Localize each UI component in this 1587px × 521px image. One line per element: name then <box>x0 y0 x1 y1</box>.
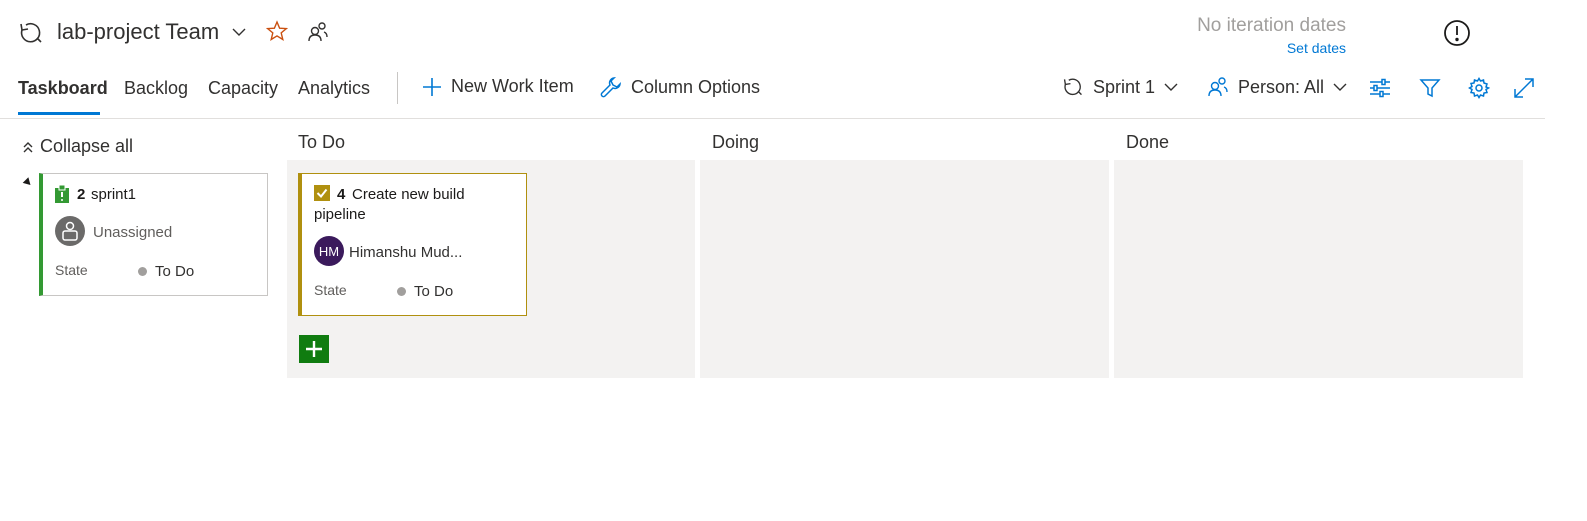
expand-icon[interactable] <box>1513 77 1535 99</box>
person-filter[interactable]: Person: All <box>1207 76 1347 98</box>
parent-card-state-label: State <box>55 262 88 278</box>
person-filter-label: Person: All <box>1238 76 1325 97</box>
parent-card-assignee[interactable]: Unassigned <box>93 224 172 241</box>
team-name[interactable]: lab-project Team <box>57 19 219 45</box>
sprint-icon <box>18 20 44 46</box>
sprint-label: Sprint 1 <box>1093 76 1156 97</box>
add-task-button[interactable] <box>299 335 329 363</box>
tab-capacity[interactable]: Capacity <box>208 78 278 99</box>
parent-card-state[interactable]: To Do <box>138 263 194 280</box>
set-dates-link[interactable]: Set dates <box>1250 40 1346 56</box>
person-icon <box>1207 76 1229 98</box>
gear-icon[interactable] <box>1468 77 1490 99</box>
task-card-assignee[interactable]: Himanshu Mud... <box>349 244 462 261</box>
column-header-todo: To Do <box>298 132 346 152</box>
row-collapse-toggle[interactable] <box>22 177 34 188</box>
active-tab-indicator <box>18 112 100 115</box>
column-header-done: Done <box>1126 132 1170 152</box>
header-divider <box>0 118 1545 119</box>
task-card-state[interactable]: To Do <box>397 283 453 300</box>
collapse-chevrons-icon <box>22 140 34 154</box>
task-card-state-label: State <box>314 282 347 298</box>
tab-taskboard[interactable]: Taskboard <box>18 78 108 99</box>
toolbar-divider <box>397 72 398 104</box>
plus-icon <box>422 77 442 97</box>
state-dot <box>397 287 406 296</box>
chevron-down-icon[interactable] <box>232 27 246 37</box>
wrench-icon <box>600 76 622 98</box>
star-icon[interactable] <box>266 20 288 42</box>
task-card-id: 4 <box>337 186 346 203</box>
column-options-label: Column Options <box>631 76 761 97</box>
collapse-all-button[interactable]: Collapse all <box>22 136 133 157</box>
task-check-icon <box>314 185 330 201</box>
task-card-title-line2[interactable]: pipeline <box>314 206 366 223</box>
parent-card[interactable]: 2 sprint1 Unassigned State To Do <box>39 173 268 296</box>
state-dot <box>138 267 147 276</box>
column-options-button[interactable]: Column Options <box>600 76 760 98</box>
tab-analytics[interactable]: Analytics <box>298 78 370 99</box>
chevron-down-icon <box>1333 82 1347 92</box>
team-members-icon[interactable] <box>307 21 329 43</box>
filter-icon[interactable] <box>1419 77 1441 99</box>
tab-backlog[interactable]: Backlog <box>124 78 188 99</box>
sprint-icon <box>1062 76 1084 98</box>
backlog-item-icon <box>55 185 69 203</box>
lane-doing <box>700 160 1109 378</box>
task-card-state-value: To Do <box>414 283 454 300</box>
parent-card-id: 2 <box>77 186 86 203</box>
parent-card-title[interactable]: sprint1 <box>91 186 136 203</box>
plus-icon <box>305 340 323 358</box>
task-card[interactable]: 4 Create new build pipeline HM Himanshu … <box>298 173 527 316</box>
collapse-all-label: Collapse all <box>40 136 134 156</box>
settings-sliders-icon[interactable] <box>1369 77 1391 99</box>
parent-card-state-value: To Do <box>155 263 195 280</box>
avatar-unassigned <box>55 216 85 246</box>
lane-done <box>1114 160 1523 378</box>
new-work-item-label: New Work Item <box>451 76 574 96</box>
iteration-dates-text: No iteration dates <box>1197 15 1346 36</box>
task-card-title-line1[interactable]: Create new build <box>352 186 465 203</box>
avatar: HM <box>314 236 344 266</box>
info-icon[interactable] <box>1443 19 1471 47</box>
chevron-down-icon <box>1164 82 1178 92</box>
sprint-selector[interactable]: Sprint 1 <box>1062 76 1178 98</box>
column-header-doing: Doing <box>712 132 760 152</box>
new-work-item-button[interactable]: New Work Item <box>422 76 574 97</box>
